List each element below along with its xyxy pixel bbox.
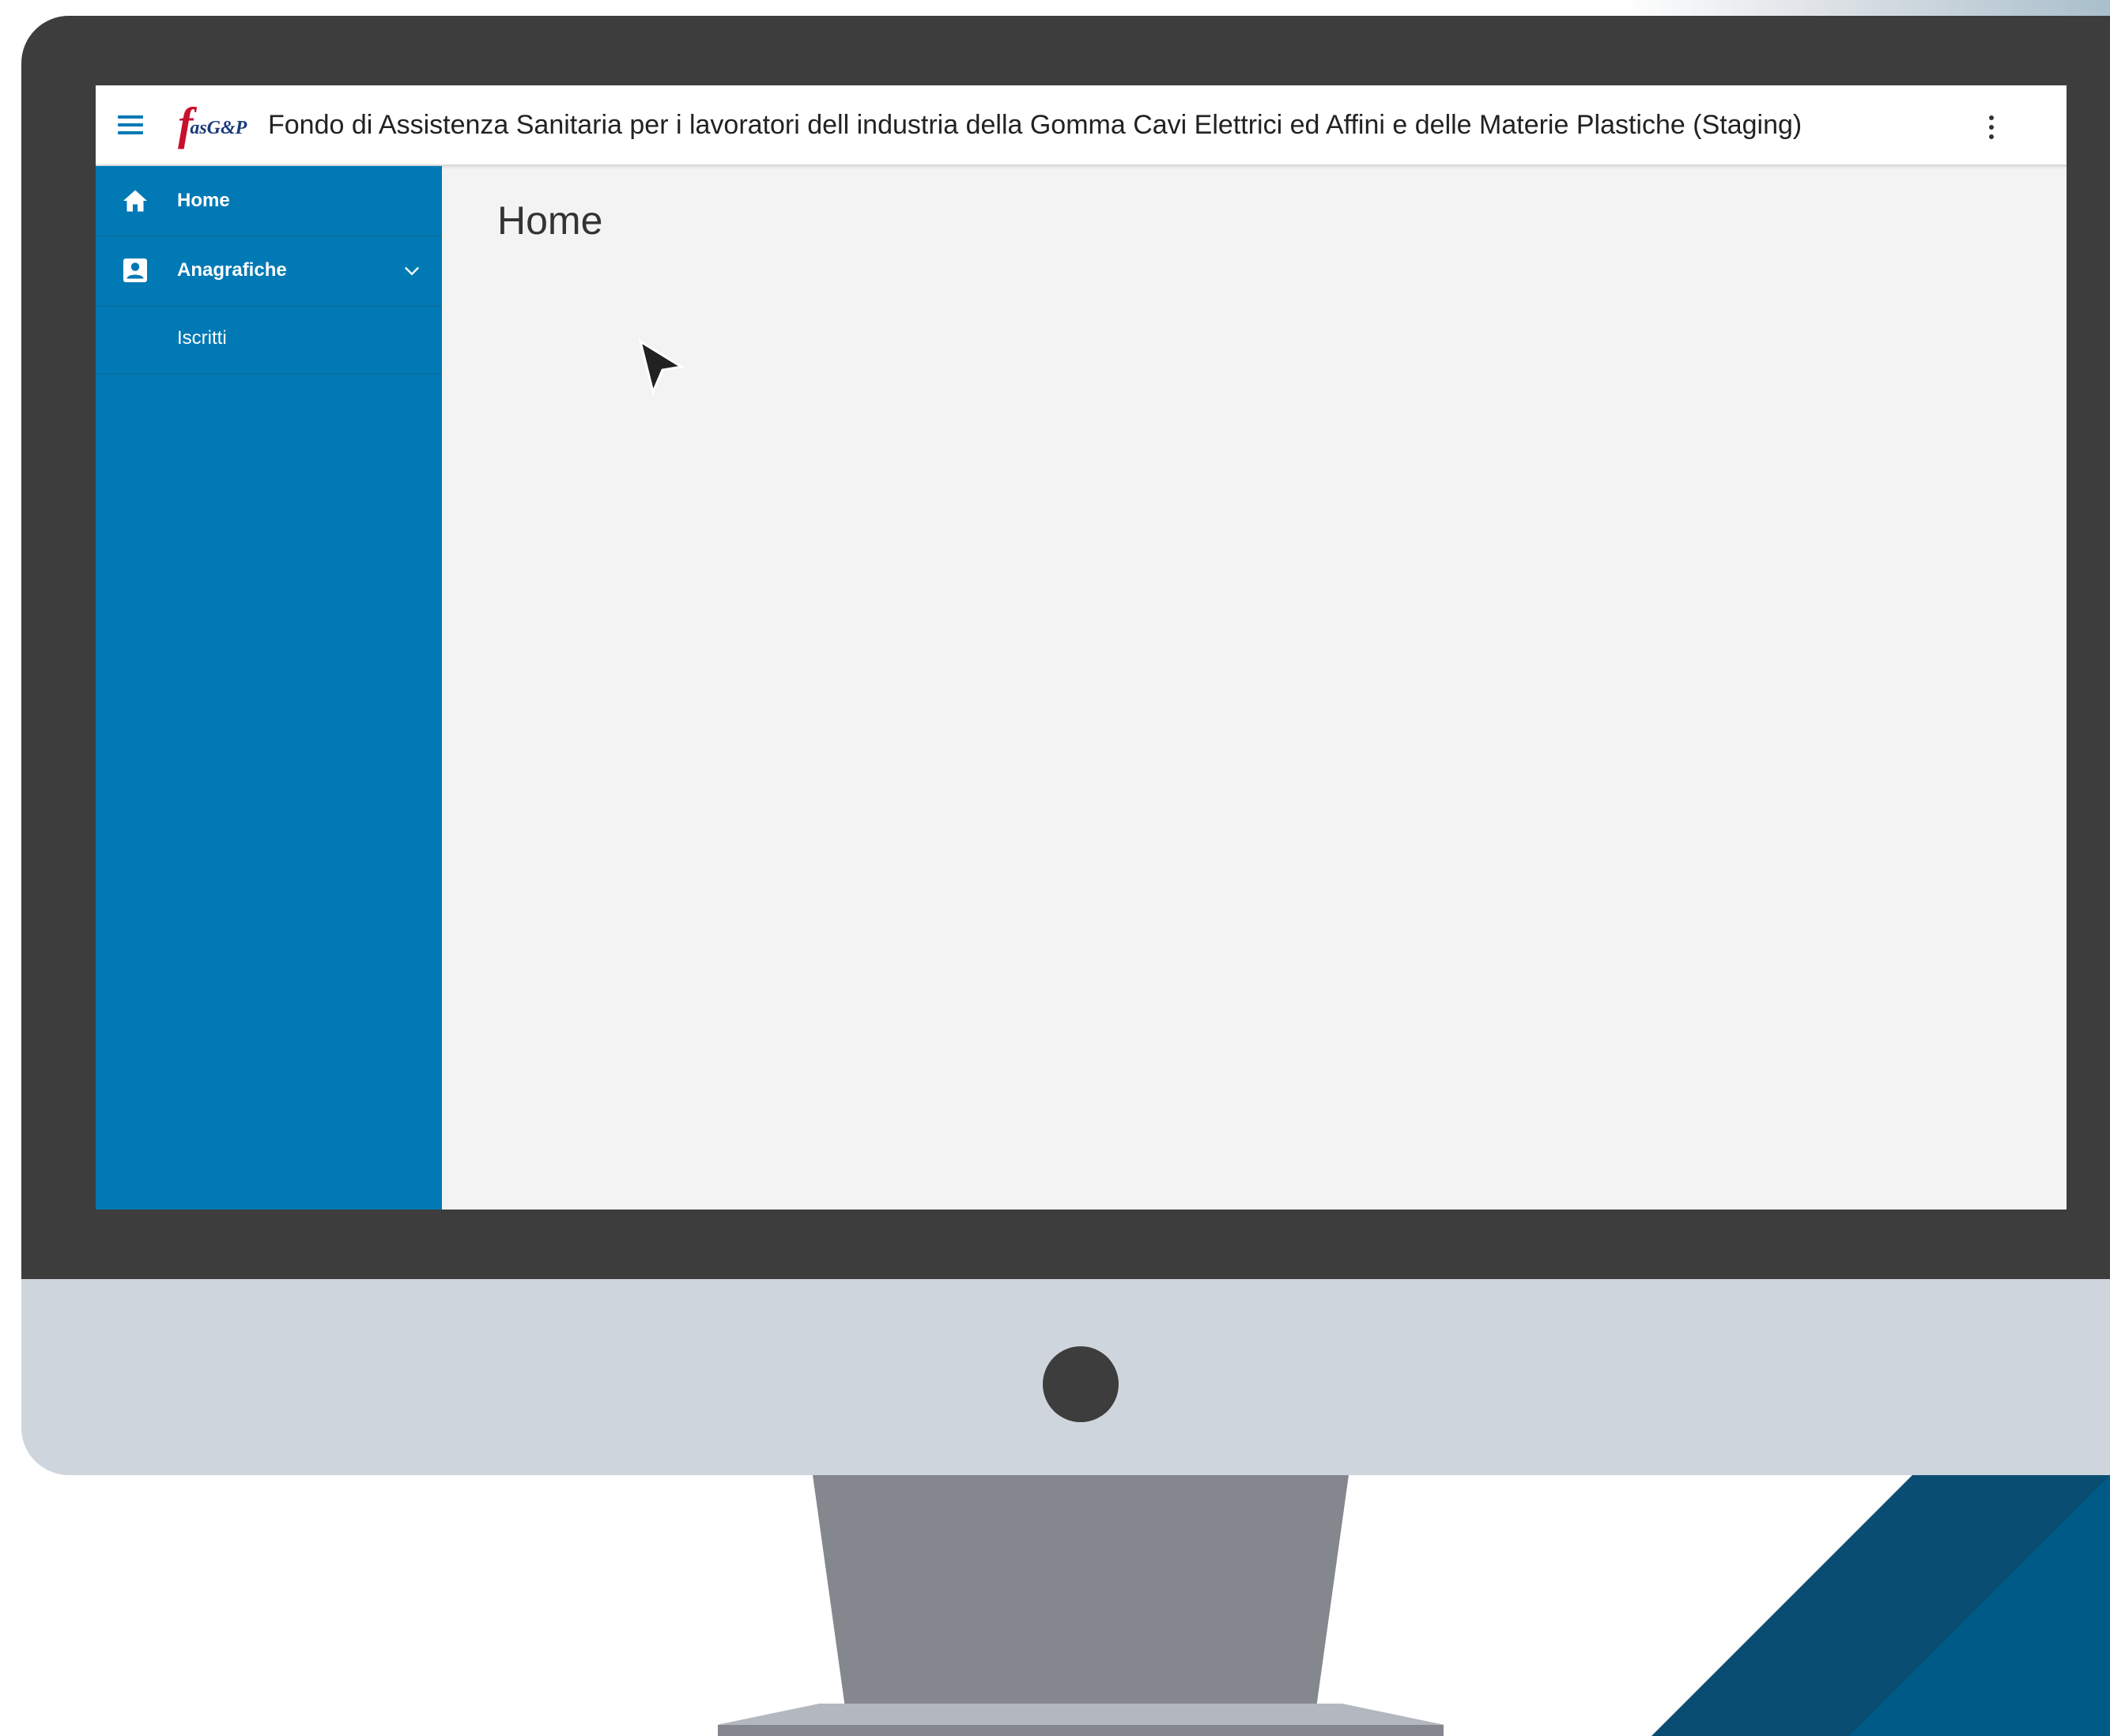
monitor-logo-dot: [1043, 1346, 1119, 1422]
sidebar-item-label: Home: [177, 190, 230, 211]
app-logo: f asG&P: [178, 98, 247, 149]
sidebar-subitem-iscritti[interactable]: Iscritti: [96, 305, 442, 375]
mouse-cursor-icon: [638, 338, 685, 396]
hamburger-menu-icon[interactable]: [118, 111, 146, 139]
top-app-bar: f asG&P Fondo di Assistenza Sanitaria per…: [96, 85, 2067, 166]
sidebar-item-anagrafiche[interactable]: Anagrafiche: [96, 236, 442, 307]
page-title: Home: [497, 198, 603, 243]
monitor-stand: [813, 1475, 1349, 1706]
app-screen: f asG&P Fondo di Assistenza Sanitaria per…: [96, 85, 2067, 1210]
contact-card-icon: [123, 259, 147, 282]
sidebar-item-home[interactable]: Home: [96, 166, 442, 237]
app-title: Fondo di Assistenza Sanitaria per i lavo…: [268, 110, 1802, 140]
more-options-icon[interactable]: [1986, 115, 1997, 139]
sidebar-subitem-label: Iscritti: [177, 327, 227, 349]
chevron-down-icon[interactable]: [401, 259, 423, 281]
background-corner-shape-inner: [1849, 1475, 2110, 1736]
sidebar-item-label: Anagrafiche: [177, 259, 287, 281]
sidebar: Home Anagrafiche Iscritti: [96, 166, 442, 1210]
monitor-stand-base-edge: [718, 1725, 1444, 1736]
home-icon: [123, 190, 147, 212]
